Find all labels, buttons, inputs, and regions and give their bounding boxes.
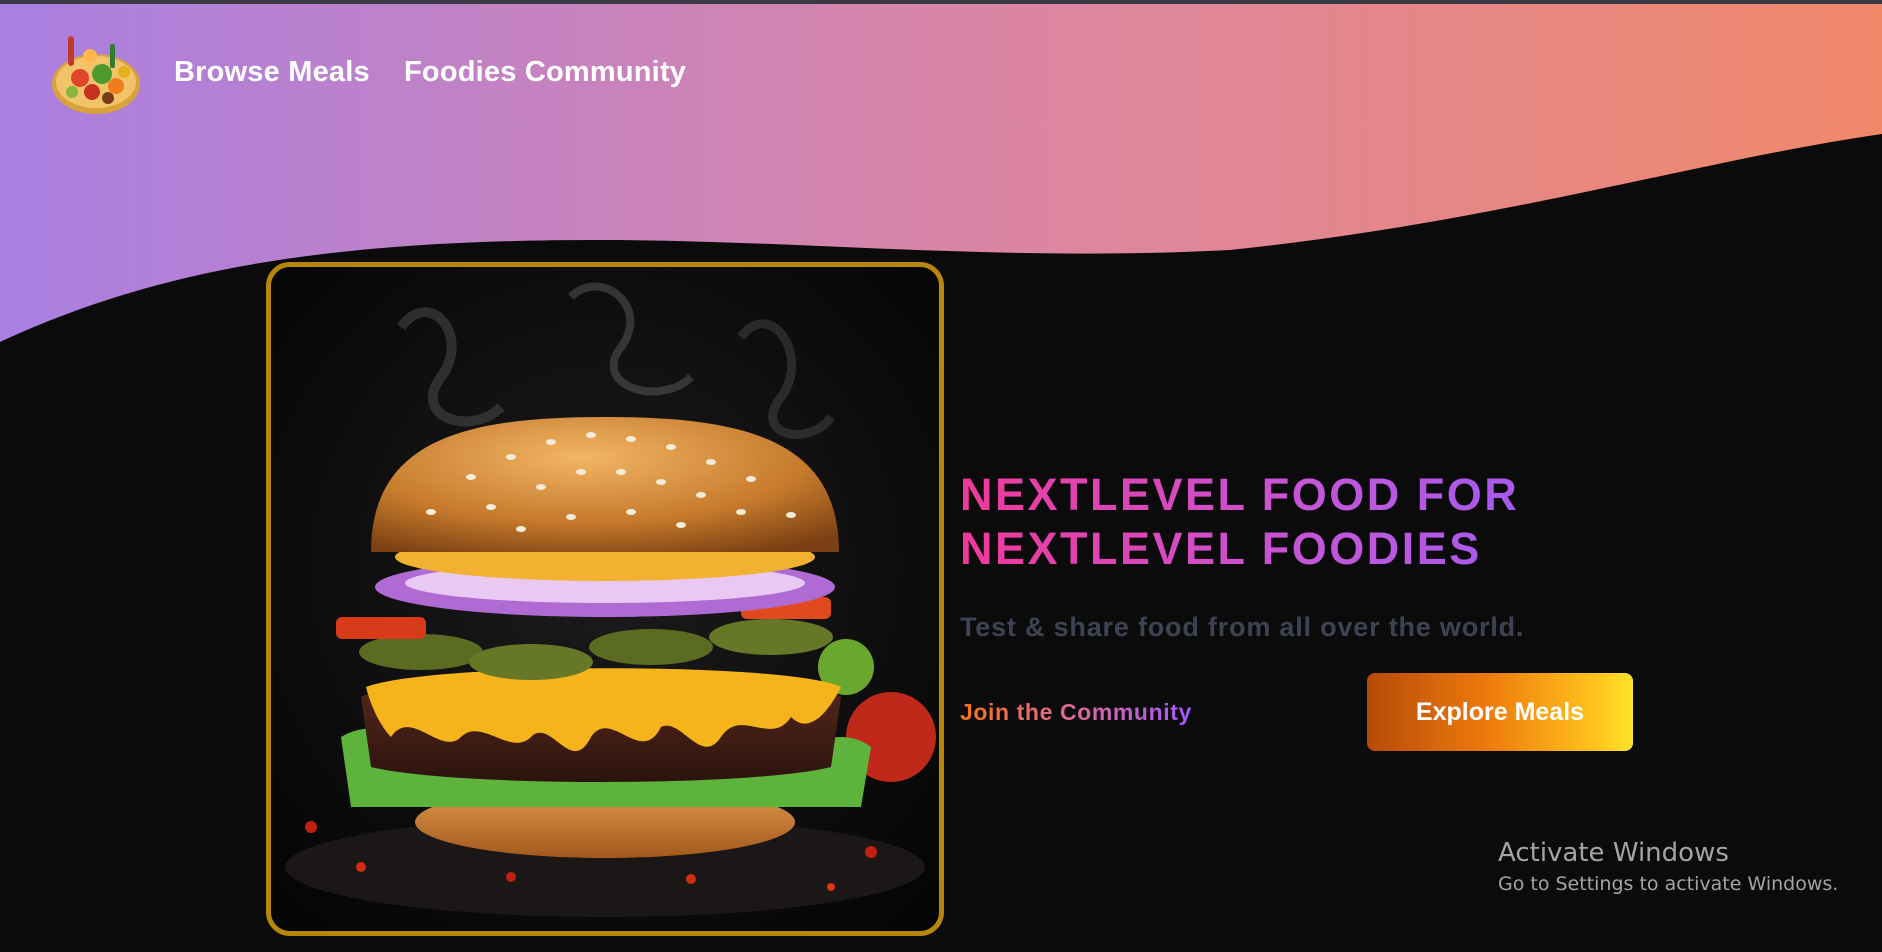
watermark-title: Activate Windows xyxy=(1498,838,1729,868)
join-community-link[interactable]: Join the Community xyxy=(960,699,1192,726)
cta-row: Join the Community Explore Meals xyxy=(960,673,1840,753)
nav-link-browse-meals[interactable]: Browse Meals xyxy=(174,56,370,89)
explore-meals-button[interactable]: Explore Meals xyxy=(1367,673,1633,751)
hero-tagline: Test & share food from all over the worl… xyxy=(960,612,1525,642)
food-plate-logo-icon[interactable] xyxy=(50,30,142,120)
nav-link-foodies-community[interactable]: Foodies Community xyxy=(404,56,686,89)
hero-content: NEXTLEVEL FOOD FOR NEXTLEVEL FOODIES Tes… xyxy=(960,468,1840,753)
headline-line-1: NEXTLEVEL FOOD FOR xyxy=(960,469,1520,520)
site-header: Browse Meals Foodies Community xyxy=(0,0,1882,150)
hero-image-frame xyxy=(266,262,944,936)
browser-top-line xyxy=(0,0,1882,4)
burger-image xyxy=(271,267,939,931)
page: Browse Meals Foodies Community NEXTLEVEL… xyxy=(0,0,1882,952)
watermark-subtitle: Go to Settings to activate Windows. xyxy=(1498,873,1839,895)
hero-headline: NEXTLEVEL FOOD FOR NEXTLEVEL FOODIES xyxy=(960,468,1600,576)
headline-line-2: NEXTLEVEL FOODIES xyxy=(960,523,1482,574)
activate-windows-watermark: Activate Windows Go to Settings to activ… xyxy=(1498,836,1838,898)
